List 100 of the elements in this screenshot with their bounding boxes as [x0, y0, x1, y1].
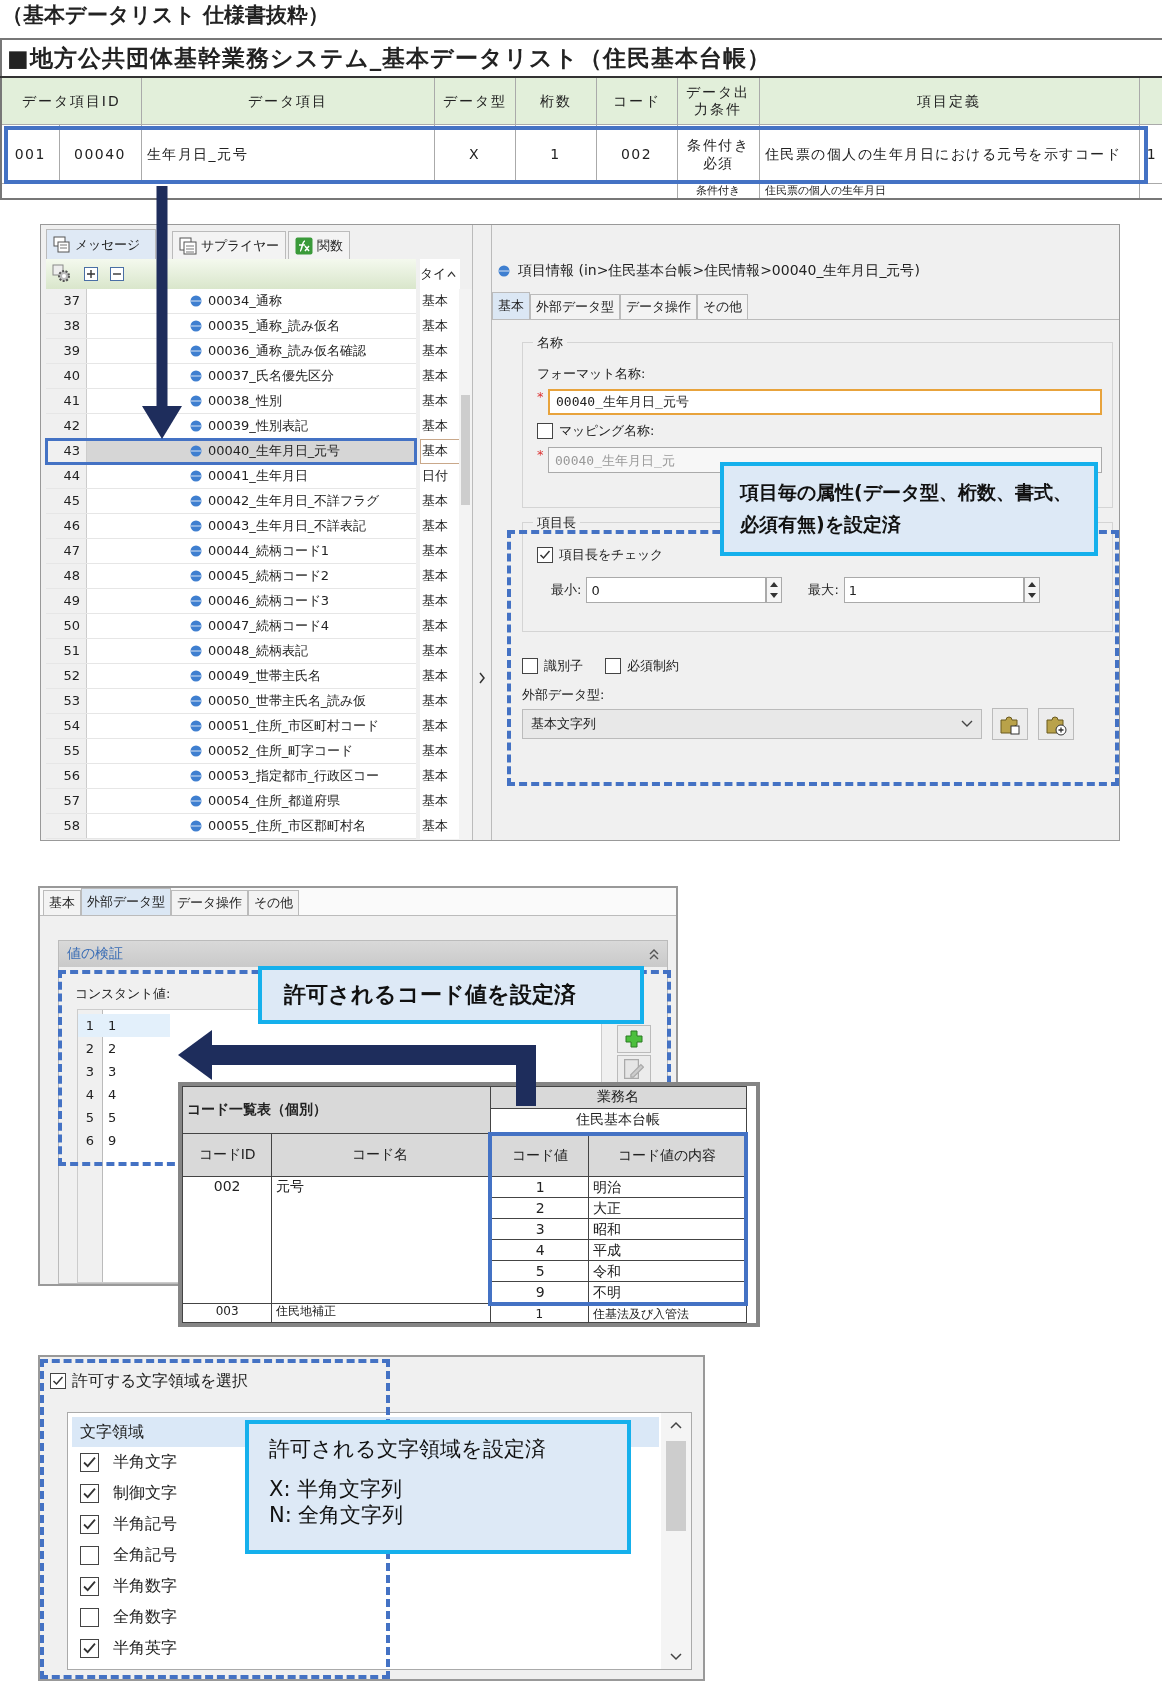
- tab[interactable]: サプライヤー: [172, 231, 286, 259]
- icon-button[interactable]: [992, 708, 1028, 740]
- sphere-icon: [190, 620, 202, 632]
- tab[interactable]: データ操作: [171, 890, 248, 915]
- list-row[interactable]: 56 00053_指定都市_行政区コー: [46, 764, 416, 789]
- list-row[interactable]: 4 4: [78, 1083, 170, 1106]
- tab[interactable]: 基本: [492, 292, 530, 319]
- list-row[interactable]: 46 00043_生年月日_不詳表記: [46, 514, 416, 539]
- row-number: 56: [46, 764, 87, 788]
- column-header: コード: [596, 77, 677, 125]
- list-row[interactable]: 55 00052_住所_町字コード: [46, 739, 416, 764]
- checkbox[interactable]: [80, 1639, 99, 1658]
- item-name: 00045_続柄コード2: [208, 567, 330, 585]
- list-row[interactable]: 45 00042_生年月日_不詳フラグ: [46, 489, 416, 514]
- sphere-icon: [190, 545, 202, 557]
- tab[interactable]: その他: [248, 890, 299, 915]
- panel-title: 項目情報 (in>住民基本台帳>住民情報>00040_生年月日_元号): [518, 262, 920, 280]
- scrollbar[interactable]: [661, 1413, 691, 1669]
- list-row[interactable]: 40 00037_氏名優先区分: [46, 364, 416, 389]
- checkbox[interactable]: [522, 658, 538, 674]
- group-header[interactable]: 値の検証: [59, 941, 667, 967]
- checkbox[interactable]: [80, 1608, 99, 1627]
- chevron-right-icon[interactable]: [478, 671, 486, 684]
- checkbox[interactable]: [80, 1453, 99, 1472]
- column-header: コード値: [490, 1133, 589, 1176]
- list-row[interactable]: 41 00038_性別: [46, 389, 416, 414]
- list-row[interactable]: 57 00054_住所_都道府県: [46, 789, 416, 814]
- checkbox[interactable]: [80, 1515, 99, 1534]
- list-row[interactable]: 47 00044_続柄コード1: [46, 539, 416, 564]
- list-row[interactable]: 51 00048_続柄表記: [46, 639, 416, 664]
- checkbox[interactable]: [537, 547, 553, 563]
- row-number: 44: [46, 464, 87, 488]
- list-row[interactable]: 6 9: [78, 1129, 170, 1152]
- table-cell: 基本: [420, 364, 460, 389]
- tab[interactable]: 基本: [43, 890, 81, 915]
- expand-all-icon[interactable]: [84, 267, 98, 281]
- list-row[interactable]: 38 00035_通称_読み仮名: [46, 314, 416, 339]
- checkbox[interactable]: [50, 1373, 66, 1389]
- sphere-icon: [190, 595, 202, 607]
- list-row[interactable]: 49 00046_続柄コード3: [46, 589, 416, 614]
- icon-button[interactable]: [1038, 708, 1074, 740]
- tab[interactable]: 関数: [288, 231, 350, 259]
- caption: （基本データリスト 仕様書抜粋）: [1, 2, 331, 29]
- checkbox[interactable]: [537, 423, 553, 439]
- constant-value: 3: [107, 1064, 117, 1079]
- table-cell: 基本: [420, 314, 460, 339]
- collapse-all-icon[interactable]: [110, 267, 124, 281]
- scrollbar[interactable]: [459, 289, 472, 840]
- column-header: データ型: [434, 77, 515, 125]
- message-icon: [53, 235, 71, 254]
- number-field[interactable]: 1: [843, 577, 1024, 603]
- list-row[interactable]: 5 5: [78, 1106, 170, 1129]
- tab[interactable]: 外部データ型: [530, 294, 620, 319]
- chevron-up-icon[interactable]: [670, 1421, 682, 1429]
- spin-button[interactable]: [766, 577, 783, 603]
- group-title: 項目長: [533, 514, 580, 532]
- checkbox[interactable]: [605, 658, 621, 674]
- checkbox[interactable]: [80, 1484, 99, 1503]
- sphere-icon: [190, 645, 202, 657]
- list-row[interactable]: 1 1: [78, 1014, 170, 1037]
- list-row[interactable]: 37 00034_通称: [46, 289, 416, 314]
- sphere-icon: [190, 470, 202, 482]
- tab[interactable]: メッセージ: [46, 229, 156, 259]
- list-row[interactable]: 53 00050_世帯主氏名_読み仮: [46, 689, 416, 714]
- list-row[interactable]: 54 00051_住所_市区町村コード: [46, 714, 416, 739]
- chevron-down-icon[interactable]: [670, 1653, 682, 1661]
- checkbox[interactable]: [80, 1546, 99, 1565]
- list-row[interactable]: 58 00055_住所_市区郡町村名: [46, 814, 416, 839]
- constant-value: 2: [107, 1041, 117, 1056]
- list-row[interactable]: 2 2: [78, 1037, 170, 1060]
- list-row[interactable]: 44 00041_生年月日: [46, 464, 416, 489]
- list-row[interactable]: 52 00049_世帯主氏名: [46, 664, 416, 689]
- sphere-icon: [190, 320, 202, 332]
- tab[interactable]: その他: [697, 294, 748, 319]
- scroll-thumb[interactable]: [461, 395, 470, 505]
- add-button[interactable]: [617, 1025, 651, 1053]
- table-cell: 基本: [420, 814, 460, 839]
- edit-button[interactable]: [617, 1055, 651, 1083]
- list-row[interactable]: 39 00036_通称_読み仮名確認: [46, 339, 416, 364]
- table-cell: 不明: [588, 1281, 746, 1304]
- field-label: フォーマット名称:: [537, 365, 647, 383]
- list-row[interactable]: 3 3: [78, 1060, 170, 1083]
- list-row[interactable]: 48 00045_続柄コード2: [46, 564, 416, 589]
- list-row[interactable]: 43 00040_生年月日_元号: [46, 439, 416, 464]
- settings-icon[interactable]: [52, 264, 72, 284]
- number-field[interactable]: 0: [586, 577, 767, 603]
- input-field[interactable]: 00040_生年月日_元号: [548, 389, 1102, 415]
- column-header: 桁数: [515, 77, 596, 125]
- item-name: 00051_住所_市区町村コード: [208, 717, 380, 735]
- table-cell: 003: [182, 1303, 272, 1322]
- tab[interactable]: データ操作: [620, 294, 697, 319]
- scroll-thumb[interactable]: [666, 1441, 686, 1531]
- list-row[interactable]: 50 00047_続柄コード4: [46, 614, 416, 639]
- dropdown[interactable]: 基本文字列: [522, 709, 982, 739]
- checkbox[interactable]: [80, 1577, 99, 1596]
- row-number: 55: [46, 739, 87, 763]
- sphere-icon: [498, 265, 510, 277]
- tab[interactable]: 外部データ型: [81, 888, 171, 915]
- table-cell: 基本: [420, 614, 460, 639]
- pencil-icon: [624, 1059, 644, 1079]
